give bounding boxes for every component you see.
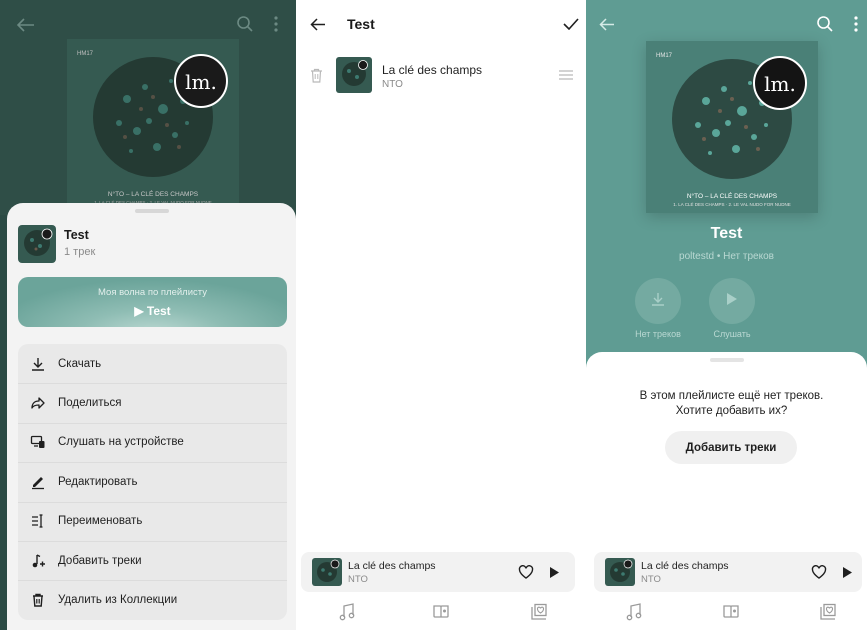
playlist-title: Test [710, 225, 743, 242]
bottom-navigation [586, 598, 867, 626]
menu-item-edit[interactable]: Редактировать [18, 462, 287, 501]
menu-item-label: Добавить треки [58, 554, 142, 567]
download-icon [18, 356, 58, 372]
podcast-icon[interactable] [720, 601, 742, 623]
player-artist: NTO [641, 574, 661, 585]
sheet-handle[interactable] [710, 358, 744, 362]
back-icon[interactable] [596, 13, 618, 35]
menu-item-rename[interactable]: Переименовать [18, 501, 287, 541]
download-button[interactable] [635, 278, 681, 324]
mini-player[interactable]: La clé des champs NTO [301, 552, 575, 592]
page-title: Test [347, 16, 375, 32]
player-track-name: La clé des champs [641, 560, 729, 572]
menu-item-delete-from-collection[interactable]: Удалить из Коллекции [18, 580, 287, 619]
menu-item-label: Редактировать [58, 475, 138, 488]
download-icon [650, 291, 666, 312]
playlist-cover: lm. HM17 N°TO – LA CLÉ DES CHAMPS 1. LA … [67, 39, 239, 211]
my-wave-caption: Моя волна по плейлисту [98, 287, 207, 298]
menu-item-listen-on-device[interactable]: Слушать на устройстве [18, 422, 287, 462]
trash-icon [18, 592, 58, 608]
confirm-check-icon[interactable] [561, 13, 581, 35]
playlist-title: Test [64, 228, 89, 242]
player-artist: NTO [348, 574, 368, 585]
back-icon[interactable] [14, 13, 38, 37]
add-tracks-button[interactable]: Добавить треки [665, 431, 797, 464]
track-cover [336, 57, 372, 93]
empty-message-line2: Хотите добавить их? [675, 405, 788, 417]
menu-item-label: Переименовать [58, 515, 143, 528]
cover-line1: N°TO – LA CLÉ DES CHAMPS [108, 189, 199, 198]
play-icon[interactable] [547, 564, 561, 580]
playlist-header-background: lm. HM17 N°TO – LA CLÉ DES CHAMPS 1. LA … [0, 0, 296, 215]
collection-icon[interactable] [528, 601, 550, 623]
back-icon[interactable] [307, 13, 329, 35]
playlist-edit-screen: Test La clé des champs NTO La clé des ch… [299, 0, 583, 630]
my-wave-title: ▶ Test [134, 304, 171, 318]
menu-item-download[interactable]: Скачать [18, 344, 287, 383]
delete-track-icon[interactable] [308, 66, 324, 84]
player-track-name: La clé des champs [348, 560, 436, 572]
player-cover [312, 558, 342, 586]
download-label: Нет треков [635, 329, 681, 339]
playlist-track-count: 1 трек [64, 246, 96, 258]
actions-bottom-sheet: Test 1 трек Моя волна по плейлисту ▶ Tes… [7, 203, 296, 630]
track-artist: NTO [382, 79, 403, 90]
search-icon[interactable] [234, 13, 256, 35]
cover-logo-text: lm. [185, 70, 217, 94]
rename-icon [18, 513, 58, 529]
my-wave-button[interactable]: Моя волна по плейлисту ▶ Test [18, 277, 287, 327]
empty-playlist-sheet: В этом плейлисте ещё нет треков. Хотите … [586, 352, 867, 630]
menu-item-label: Слушать на устройстве [58, 436, 184, 449]
cover-line2: 1. LA CLÉ DES CHAMPS · 2. LE VAL NUDO FO… [673, 201, 791, 207]
mini-player[interactable]: La clé des champs NTO [594, 552, 862, 592]
share-icon [18, 395, 58, 411]
podcast-icon[interactable] [430, 601, 452, 623]
play-button[interactable] [709, 278, 755, 324]
like-heart-icon[interactable] [517, 564, 535, 580]
track-name: La clé des champs [382, 63, 483, 77]
cover-logo-text: lm. [764, 72, 796, 96]
music-note-icon[interactable] [623, 601, 645, 623]
play-icon[interactable] [840, 564, 854, 580]
playlist-actions-screen: lm. HM17 N°TO – LA CLÉ DES CHAMPS 1. LA … [0, 0, 296, 630]
cover-line1: N°TO – LA CLÉ DES CHAMPS [687, 191, 778, 200]
playlist-subtitle: poltestd • Нет треков [679, 251, 774, 262]
more-icon[interactable] [850, 13, 862, 35]
sheet-handle[interactable] [135, 209, 169, 213]
playlist-empty-screen: lm. HM17 N°TO – LA CLÉ DES CHAMPS 1. LA … [586, 0, 867, 630]
play-icon [726, 292, 738, 311]
add-track-icon [18, 553, 58, 569]
menu-item-label: Поделиться [58, 397, 122, 410]
collection-icon[interactable] [817, 601, 839, 623]
actions-menu: Скачать Поделиться Слушать на устройстве [18, 344, 287, 620]
cover-label: HM17 [77, 51, 94, 57]
search-icon[interactable] [814, 13, 836, 35]
player-cover [605, 558, 635, 586]
bottom-navigation [299, 598, 583, 626]
playlist-cover: lm. HM17 N°TO – LA CLÉ DES CHAMPS 1. LA … [646, 41, 818, 213]
track-row[interactable]: La clé des champs NTO [299, 54, 583, 98]
play-label: Слушать [713, 329, 751, 339]
menu-item-label: Удалить из Коллекции [58, 594, 178, 607]
more-icon[interactable] [270, 13, 282, 35]
edit-icon [18, 474, 58, 490]
like-heart-icon[interactable] [810, 564, 828, 580]
device-icon [18, 434, 58, 450]
empty-message-line1: В этом плейлисте ещё нет треков. [639, 390, 824, 402]
menu-item-add-tracks[interactable]: Добавить треки [18, 541, 287, 580]
menu-item-label: Скачать [58, 357, 102, 370]
drag-handle-icon[interactable] [558, 69, 574, 81]
music-note-icon[interactable] [336, 601, 358, 623]
cover-label: HM17 [656, 53, 673, 59]
menu-item-share[interactable]: Поделиться [18, 383, 287, 422]
playlist-thumbnail [18, 225, 56, 263]
